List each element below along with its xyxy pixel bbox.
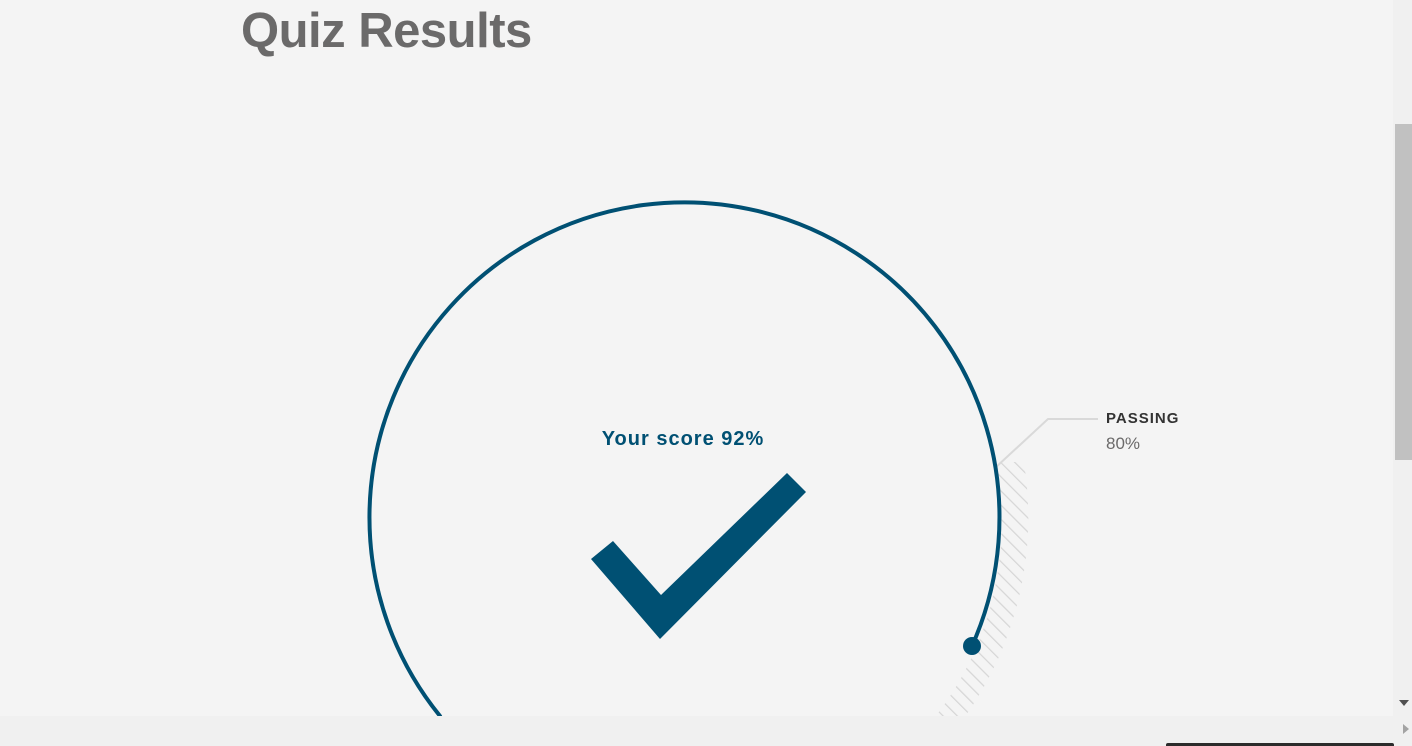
horizontal-scrollbar[interactable] bbox=[0, 716, 1412, 746]
passing-zone bbox=[935, 462, 1029, 716]
passing-label: PASSING bbox=[1106, 410, 1180, 427]
passing-value: 80% bbox=[1106, 434, 1141, 453]
score-label: Your score 92% bbox=[601, 428, 765, 450]
score-marker bbox=[963, 637, 981, 655]
main-content: Quiz Results Your score 92% PASSING 80% bbox=[0, 0, 1393, 716]
passing-leader-line bbox=[994, 418, 1098, 469]
scroll-down-arrow-icon[interactable] bbox=[1399, 700, 1409, 706]
vertical-scrollbar[interactable] bbox=[1393, 0, 1412, 716]
scroll-right-arrow-icon[interactable] bbox=[1403, 724, 1409, 734]
checkmark-icon bbox=[591, 473, 806, 639]
score-arc bbox=[367, 200, 1002, 716]
vertical-scrollbar-thumb[interactable] bbox=[1395, 124, 1412, 460]
score-gauge bbox=[367, 200, 1098, 716]
quiz-results-page: Quiz Results Your score 92% PASSING 80% bbox=[0, 0, 1412, 746]
